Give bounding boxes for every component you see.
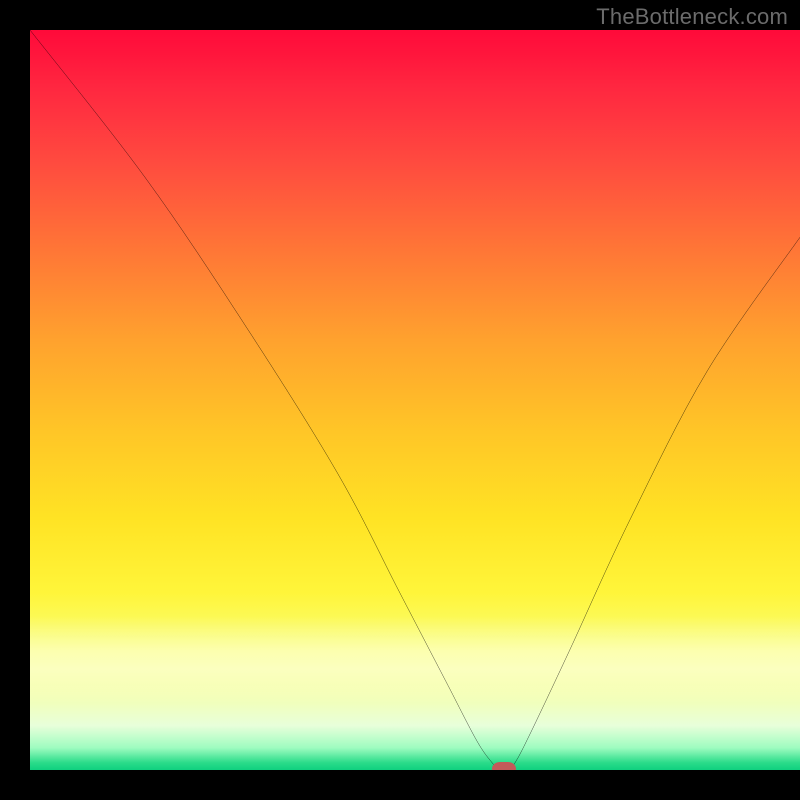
plot-area xyxy=(30,30,800,770)
optimal-point-marker xyxy=(492,762,516,770)
watermark-text: TheBottleneck.com xyxy=(596,4,788,30)
curve-path xyxy=(30,30,800,770)
chart-frame: TheBottleneck.com xyxy=(0,0,800,800)
bottleneck-curve xyxy=(30,30,800,770)
